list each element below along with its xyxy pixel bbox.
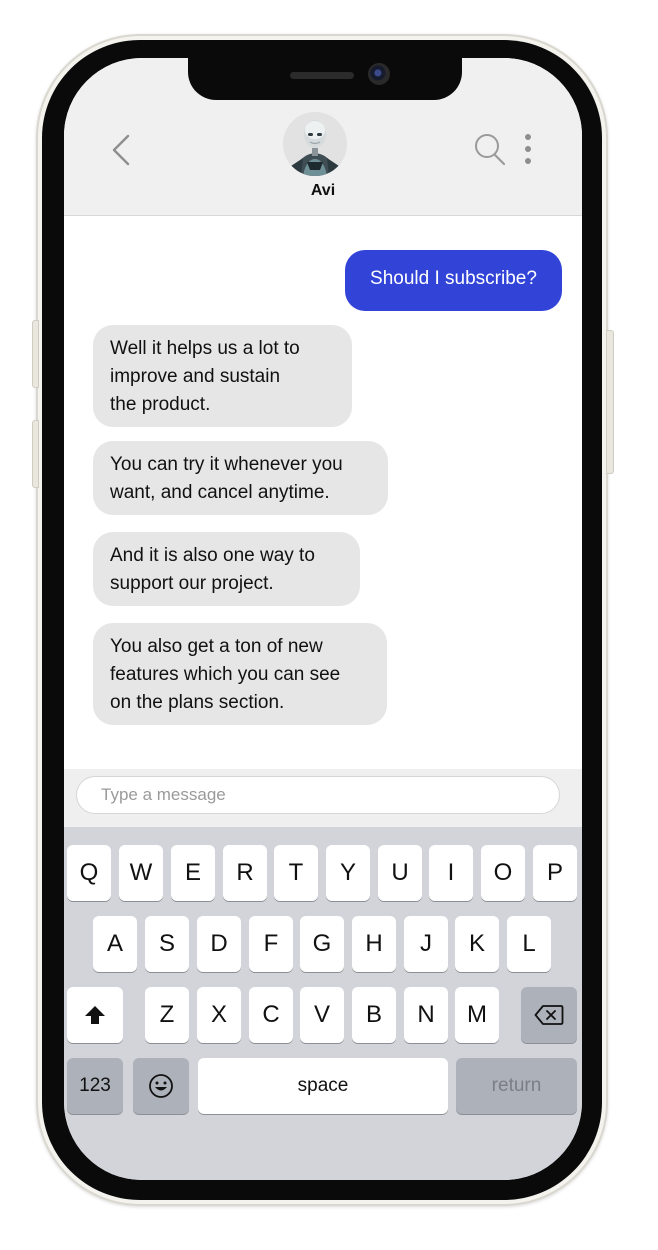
key-s[interactable]: S — [145, 916, 189, 972]
key-l[interactable]: L — [507, 916, 551, 972]
key-k[interactable]: K — [455, 916, 499, 972]
incoming-message[interactable]: You also get a ton of new features which… — [93, 623, 387, 725]
key-g[interactable]: G — [300, 916, 344, 972]
key-m[interactable]: M — [455, 987, 499, 1043]
key-b[interactable]: B — [352, 987, 396, 1043]
message-input[interactable] — [76, 776, 560, 814]
avatar[interactable] — [283, 112, 347, 176]
power-button — [606, 330, 614, 474]
key-n[interactable]: N — [404, 987, 448, 1043]
incoming-message[interactable]: Well it helps us a lot to improve and su… — [93, 325, 352, 427]
key-v[interactable]: V — [300, 987, 344, 1043]
shift-key[interactable] — [67, 987, 123, 1043]
notch — [188, 58, 462, 100]
emoji-smile-icon — [149, 1074, 173, 1098]
key-w[interactable]: W — [119, 845, 163, 901]
backspace-icon — [534, 1005, 564, 1025]
phone-screen: Avi Should I subscribe? Well it helps us… — [64, 58, 582, 1180]
contact-name: Avi — [310, 182, 336, 199]
space-key[interactable]: space — [198, 1058, 448, 1114]
front-camera — [368, 63, 390, 85]
shift-arrow-icon — [85, 1006, 105, 1024]
key-j[interactable]: J — [404, 916, 448, 972]
incoming-message[interactable]: And it is also one way to support our pr… — [93, 532, 360, 606]
key-a[interactable]: A — [93, 916, 137, 972]
key-x[interactable]: X — [197, 987, 241, 1043]
key-h[interactable]: H — [352, 916, 396, 972]
key-e[interactable]: E — [171, 845, 215, 901]
key-r[interactable]: R — [223, 845, 267, 901]
key-t[interactable]: T — [274, 845, 318, 901]
message-list: Should I subscribe? Well it helps us a l… — [64, 216, 582, 768]
key-c[interactable]: C — [249, 987, 293, 1043]
incoming-message[interactable]: You can try it whenever you want, and ca… — [93, 441, 388, 515]
return-key[interactable]: return — [456, 1058, 577, 1114]
key-i[interactable]: I — [429, 845, 473, 901]
volume-up-button — [32, 320, 39, 388]
speaker-grille — [290, 72, 354, 79]
more-vertical-icon[interactable] — [522, 132, 534, 166]
key-f[interactable]: F — [249, 916, 293, 972]
robot-avatar-icon — [283, 112, 347, 176]
outgoing-message[interactable]: Should I subscribe? — [345, 250, 562, 311]
key-p[interactable]: P — [533, 845, 577, 901]
key-d[interactable]: D — [197, 916, 241, 972]
emoji-key[interactable] — [133, 1058, 189, 1114]
key-z[interactable]: Z — [145, 987, 189, 1043]
backspace-key[interactable] — [521, 987, 577, 1043]
numbers-key[interactable]: 123 — [67, 1058, 123, 1114]
key-u[interactable]: U — [378, 845, 422, 901]
chevron-left-icon[interactable] — [110, 132, 132, 168]
composer-bar — [64, 769, 582, 827]
key-o[interactable]: O — [481, 845, 525, 901]
key-y[interactable]: Y — [326, 845, 370, 901]
volume-down-button — [32, 420, 39, 488]
keyboard: Q W E R T Y U I O P A S D F G H J K L Z … — [64, 827, 582, 1180]
search-icon[interactable] — [474, 132, 506, 166]
key-q[interactable]: Q — [67, 845, 111, 901]
